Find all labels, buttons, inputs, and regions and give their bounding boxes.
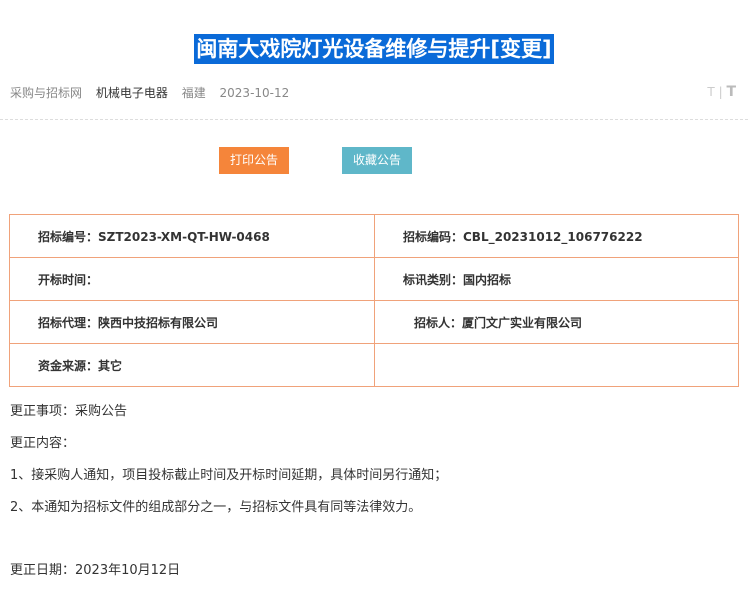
font-big-button[interactable]: T [726,84,736,100]
font-small-button[interactable]: T [707,85,714,99]
divider [0,119,748,120]
fund-source-cell: 资金来源：其它 [9,343,375,387]
title-wrap: 闽南大戏院灯光设备维修与提升[变更] [0,34,748,64]
source-link[interactable]: 采购与招标网 [10,86,82,100]
correction-date: 更正日期：2023年10月12日 [10,563,181,578]
correction-heading: 更正内容： [10,436,76,451]
correction-line-2: 2、本通知为招标文件的组成部分之一，与招标文件具有同等法律效力。 [10,500,422,515]
table-row: 招标编号：SZT2023-XM-QT-HW-0468 招标编码：CBL_2023… [9,214,739,258]
table-row: 资金来源：其它 [9,343,739,387]
bid-number-cell: 招标编号：SZT2023-XM-QT-HW-0468 [9,214,375,258]
publish-date: 2023-10-12 [219,86,290,100]
opening-time-cell: 开标时间： [9,257,375,301]
agency-cell: 招标代理：陕西中技招标有限公司 [9,300,375,344]
meta-bar: 采购与招标网 机械电子电器 福建 2023-10-12 [10,84,299,101]
correction-item: 更正事项：采购公告 [10,404,128,419]
page-title: 闽南大戏院灯光设备维修与提升[变更] [194,34,554,64]
category-link[interactable]: 机械电子电器 [96,86,168,100]
region-link[interactable]: 福建 [182,86,206,100]
bid-code-cell: 招标编码：CBL_20231012_106776222 [374,214,739,258]
print-button[interactable]: 打印公告 [219,147,289,174]
empty-cell [374,343,739,387]
tenderer-cell: 招标人：厦门文广实业有限公司 [374,300,739,344]
info-table: 招标编号：SZT2023-XM-QT-HW-0468 招标编码：CBL_2023… [9,214,739,387]
bid-category-cell: 标讯类别：国内招标 [374,257,739,301]
correction-line-1: 1、接采购人通知，项目投标截止时间及开标时间延期，具体时间另行通知； [10,468,448,483]
table-row: 开标时间： 标讯类别：国内招标 [9,257,739,301]
font-size-tools: T | T [707,84,736,100]
favorite-button[interactable]: 收藏公告 [342,147,412,174]
table-row: 招标代理：陕西中技招标有限公司 招标人：厦门文广实业有限公司 [9,300,739,344]
font-separator: | [718,85,723,99]
